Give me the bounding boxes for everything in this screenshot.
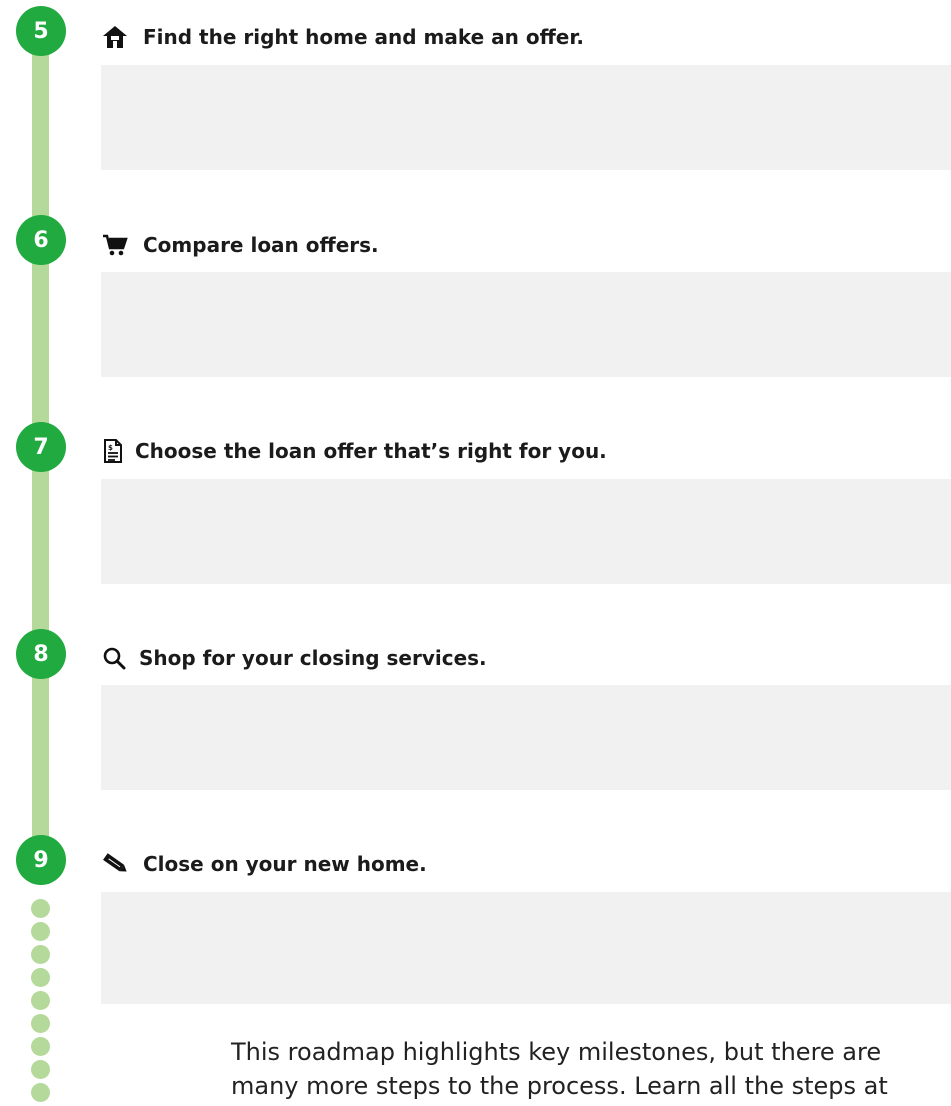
step-content-box-7: [101, 479, 951, 584]
step-title-5: Find the right home and make an offer.: [101, 22, 584, 52]
timeline-dot: [31, 1060, 50, 1079]
timeline-dot: [31, 1037, 50, 1056]
svg-text:$: $: [108, 444, 113, 452]
roadmap-note: This roadmap highlights key milestones, …: [231, 1035, 951, 1103]
step-title-9: Close on your new home.: [101, 849, 427, 879]
step-content-box-8: [101, 685, 951, 790]
timeline-dot: [31, 1083, 50, 1102]
document-icon: $: [101, 439, 125, 463]
step-badge-5: 5: [16, 6, 66, 56]
timeline-dot: [31, 991, 50, 1010]
timeline-dot: [31, 922, 50, 941]
step-title-text: Close on your new home.: [143, 852, 427, 876]
step-badge-7: 7: [16, 422, 66, 472]
step-title-text: Find the right home and make an offer.: [143, 25, 584, 49]
pencil-icon: [101, 851, 131, 877]
shopping-cart-icon: [101, 233, 129, 257]
timeline-dot: [31, 945, 50, 964]
step-title-text: Compare loan offers.: [143, 233, 379, 257]
roadmap-note-line-2: many more steps to the process. Learn al…: [231, 1072, 888, 1100]
step-badge-6: 6: [16, 215, 66, 265]
step-content-box-5: [101, 65, 951, 170]
step-title-8: Shop for your closing services.: [101, 643, 487, 673]
house-icon: [101, 25, 129, 49]
step-badge-9: 9: [16, 835, 66, 885]
step-title-text: Choose the loan offer that’s right for y…: [135, 439, 607, 463]
timeline-dot: [31, 1014, 50, 1033]
search-icon: [101, 646, 127, 670]
step-badge-8: 8: [16, 629, 66, 679]
step-title-6: Compare loan offers.: [101, 230, 379, 260]
step-content-box-6: [101, 272, 951, 377]
roadmap-note-line-1: This roadmap highlights key milestones, …: [231, 1038, 882, 1066]
timeline-dot: [31, 899, 50, 918]
timeline-dot: [31, 968, 50, 987]
step-title-7: $ Choose the loan offer that’s right for…: [101, 436, 607, 466]
step-title-text: Shop for your closing services.: [139, 646, 487, 670]
step-content-box-9: [101, 892, 951, 1004]
